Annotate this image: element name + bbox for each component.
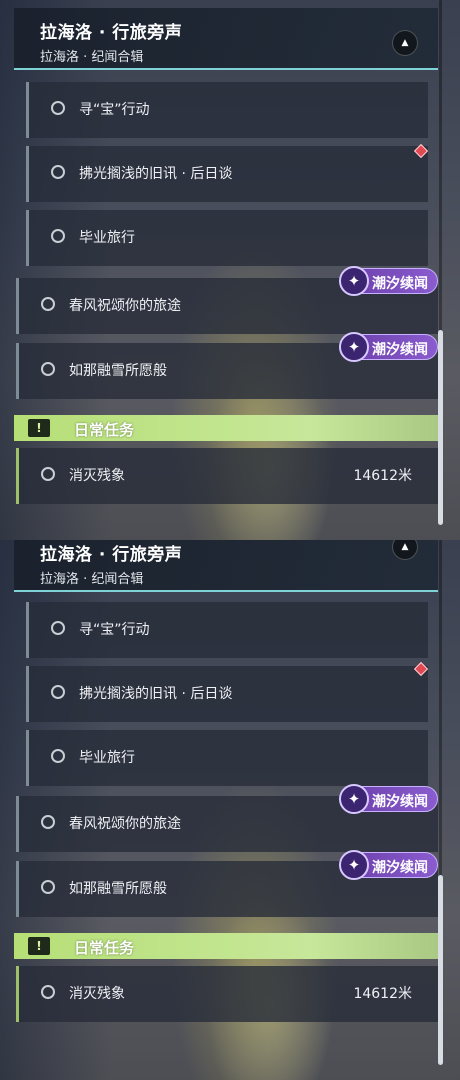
radio-circle-icon	[41, 985, 55, 999]
radio-circle-icon	[41, 880, 55, 894]
daily-tasks-header[interactable]: ! 日常任务	[14, 933, 438, 959]
quest-distance: 14612米	[353, 986, 412, 1002]
radio-circle-icon	[41, 362, 55, 376]
tidal-emblem-icon: ✦	[339, 784, 369, 814]
radio-circle-icon	[51, 621, 65, 635]
tidal-sequel-badge: ✦ 潮汐续闻	[339, 850, 438, 880]
exclamation-icon: !	[28, 419, 50, 437]
quest-item[interactable]: 拂光搁浅的旧讯 · 后日谈	[26, 146, 428, 202]
badge-label: 潮汐续闻	[372, 860, 428, 876]
quest-label: 春风祝颂你的旅途	[69, 816, 181, 832]
daily-quest-item[interactable]: 消灭残象 14612米	[16, 448, 438, 504]
quest-label: 寻“宝”行动	[79, 102, 150, 118]
quest-label: 消灭残象	[69, 986, 125, 1002]
radio-circle-icon	[51, 165, 65, 179]
quest-group-header[interactable]: 拉海洛 · 行旅旁声 拉海洛 · 纪闻合辑 ▲	[14, 8, 438, 70]
radio-circle-icon	[51, 749, 65, 763]
badge-label: 潮汐续闻	[372, 794, 428, 810]
quest-item[interactable]: 寻“宝”行动	[26, 82, 428, 138]
tidal-sequel-badge: ✦ 潮汐续闻	[339, 266, 438, 296]
quest-label: 如那融雪所愿般	[69, 363, 167, 379]
quest-group-subtitle: 拉海洛 · 纪闻合辑	[40, 50, 144, 65]
radio-circle-icon	[41, 467, 55, 481]
quest-label: 春风祝颂你的旅途	[69, 298, 181, 314]
daily-quest-item[interactable]: 消灭残象 14612米	[16, 966, 438, 1022]
exclamation-icon: !	[28, 937, 50, 955]
tidal-emblem-icon: ✦	[339, 332, 369, 362]
radio-circle-icon	[41, 815, 55, 829]
quest-group-title: 拉海洛 · 行旅旁声	[40, 545, 183, 565]
quest-tracker-panel: 拉海洛 · 行旅旁声 拉海洛 · 纪闻合辑 ▲ 寻“宝”行动 拂光搁浅的旧讯 ·…	[0, 0, 460, 540]
badge-label: 潮汐续闻	[372, 276, 428, 292]
tidal-emblem-icon: ✦	[339, 850, 369, 880]
chevron-up-icon[interactable]: ▲	[392, 30, 418, 56]
tidal-sequel-badge: ✦ 潮汐续闻	[339, 784, 438, 814]
quest-label: 毕业旅行	[79, 230, 135, 246]
tidal-sequel-badge: ✦ 潮汐续闻	[339, 332, 438, 362]
quest-group-title: 拉海洛 · 行旅旁声	[40, 23, 183, 43]
quest-tracker-panel: 拉海洛 · 行旅旁声 拉海洛 · 纪闻合辑 ▲ 寻“宝”行动 拂光搁浅的旧讯 ·…	[0, 540, 460, 1080]
chevron-up-icon[interactable]: ▲	[392, 540, 418, 560]
scrollbar-thumb[interactable]	[438, 875, 443, 1065]
radio-circle-icon	[51, 685, 65, 699]
quest-label: 消灭残象	[69, 468, 125, 484]
quest-group-subtitle: 拉海洛 · 纪闻合辑	[40, 572, 144, 587]
quest-label: 如那融雪所愿般	[69, 881, 167, 897]
tidal-emblem-icon: ✦	[339, 266, 369, 296]
radio-circle-icon	[51, 101, 65, 115]
radio-circle-icon	[41, 297, 55, 311]
quest-item[interactable]: 毕业旅行	[26, 730, 428, 786]
quest-label: 拂光搁浅的旧讯 · 后日谈	[79, 166, 233, 182]
quest-item[interactable]: 毕业旅行	[26, 210, 428, 266]
badge-label: 潮汐续闻	[372, 342, 428, 358]
quest-label: 毕业旅行	[79, 750, 135, 766]
scrollbar-thumb[interactable]	[438, 330, 443, 525]
daily-tasks-label: 日常任务	[74, 939, 135, 957]
daily-tasks-label: 日常任务	[74, 421, 135, 439]
quest-item[interactable]: 拂光搁浅的旧讯 · 后日谈	[26, 666, 428, 722]
quest-distance: 14612米	[353, 468, 412, 484]
radio-circle-icon	[51, 229, 65, 243]
quest-item[interactable]: 寻“宝”行动	[26, 602, 428, 658]
quest-group-header[interactable]: 拉海洛 · 行旅旁声 拉海洛 · 纪闻合辑 ▲	[14, 540, 438, 592]
quest-label: 寻“宝”行动	[79, 622, 150, 638]
quest-label: 拂光搁浅的旧讯 · 后日谈	[79, 686, 233, 702]
daily-tasks-header[interactable]: ! 日常任务	[14, 415, 438, 441]
